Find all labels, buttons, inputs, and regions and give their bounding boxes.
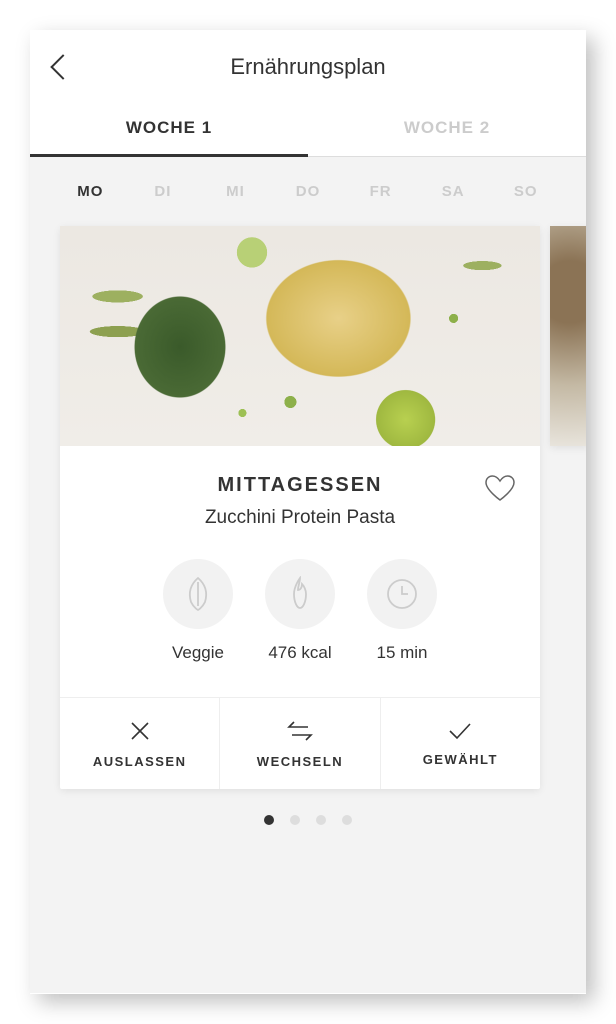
pagination-dots [30,815,586,825]
day-tabs: MO DI MI DO FR SA SO [30,175,586,226]
meal-name: Zucchini Protein Pasta [84,507,516,529]
select-button[interactable]: GEWÄHLT [381,698,540,789]
week-tabs: WOCHE 1 WOCHE 2 [30,100,586,157]
stat-diet: Veggie [163,559,233,663]
page-dot-1[interactable] [264,815,274,825]
meal-card[interactable]: MITTAGESSEN Zucchini Protein Pasta Veggi… [60,226,540,789]
stat-calories-label: 476 kcal [268,643,331,663]
flame-icon [265,559,335,629]
swap-label: WECHSELN [257,754,343,769]
page-dot-2[interactable] [290,815,300,825]
swap-button[interactable]: WECHSELN [220,698,380,789]
check-icon [448,722,472,740]
page-dot-4[interactable] [342,815,352,825]
tab-day-sa[interactable]: SA [417,175,490,208]
tab-day-so[interactable]: SO [489,175,562,208]
swap-icon [286,720,314,742]
clock-icon [367,559,437,629]
stat-diet-label: Veggie [172,643,224,663]
stat-calories: 476 kcal [265,559,335,663]
favorite-button[interactable] [484,474,516,507]
meal-image [60,226,540,446]
page-title: Ernährungsplan [72,54,544,80]
card-carousel[interactable]: MITTAGESSEN Zucchini Protein Pasta Veggi… [30,226,586,789]
select-label: GEWÄHLT [423,752,498,767]
next-meal-card-peek[interactable] [550,226,586,446]
tab-day-fr[interactable]: FR [344,175,417,208]
next-meal-image [550,226,586,446]
tab-day-mo[interactable]: MO [54,175,127,208]
stat-time-label: 15 min [376,643,427,663]
content-area: MO DI MI DO FR SA SO MITTAGESSEN Zucchin… [30,157,586,993]
tab-week-2[interactable]: WOCHE 2 [308,100,586,156]
meal-body: MITTAGESSEN Zucchini Protein Pasta Veggi… [60,446,540,697]
heart-icon [484,474,516,502]
stat-time: 15 min [367,559,437,663]
leaf-icon [163,559,233,629]
close-icon [129,720,151,742]
tab-day-mi[interactable]: MI [199,175,272,208]
tab-day-di[interactable]: DI [127,175,200,208]
meal-type: MITTAGESSEN [84,474,516,497]
app-screen: Ernährungsplan WOCHE 1 WOCHE 2 MO DI MI … [30,30,586,994]
actions-row: AUSLASSEN WECHSELN GEWÄHLT [60,697,540,789]
skip-button[interactable]: AUSLASSEN [60,698,220,789]
stats-row: Veggie 476 kcal [84,559,516,663]
tab-week-1[interactable]: WOCHE 1 [30,100,308,156]
header: Ernährungsplan [30,30,586,100]
tab-day-do[interactable]: DO [272,175,345,208]
page-dot-3[interactable] [316,815,326,825]
skip-label: AUSLASSEN [93,754,187,769]
